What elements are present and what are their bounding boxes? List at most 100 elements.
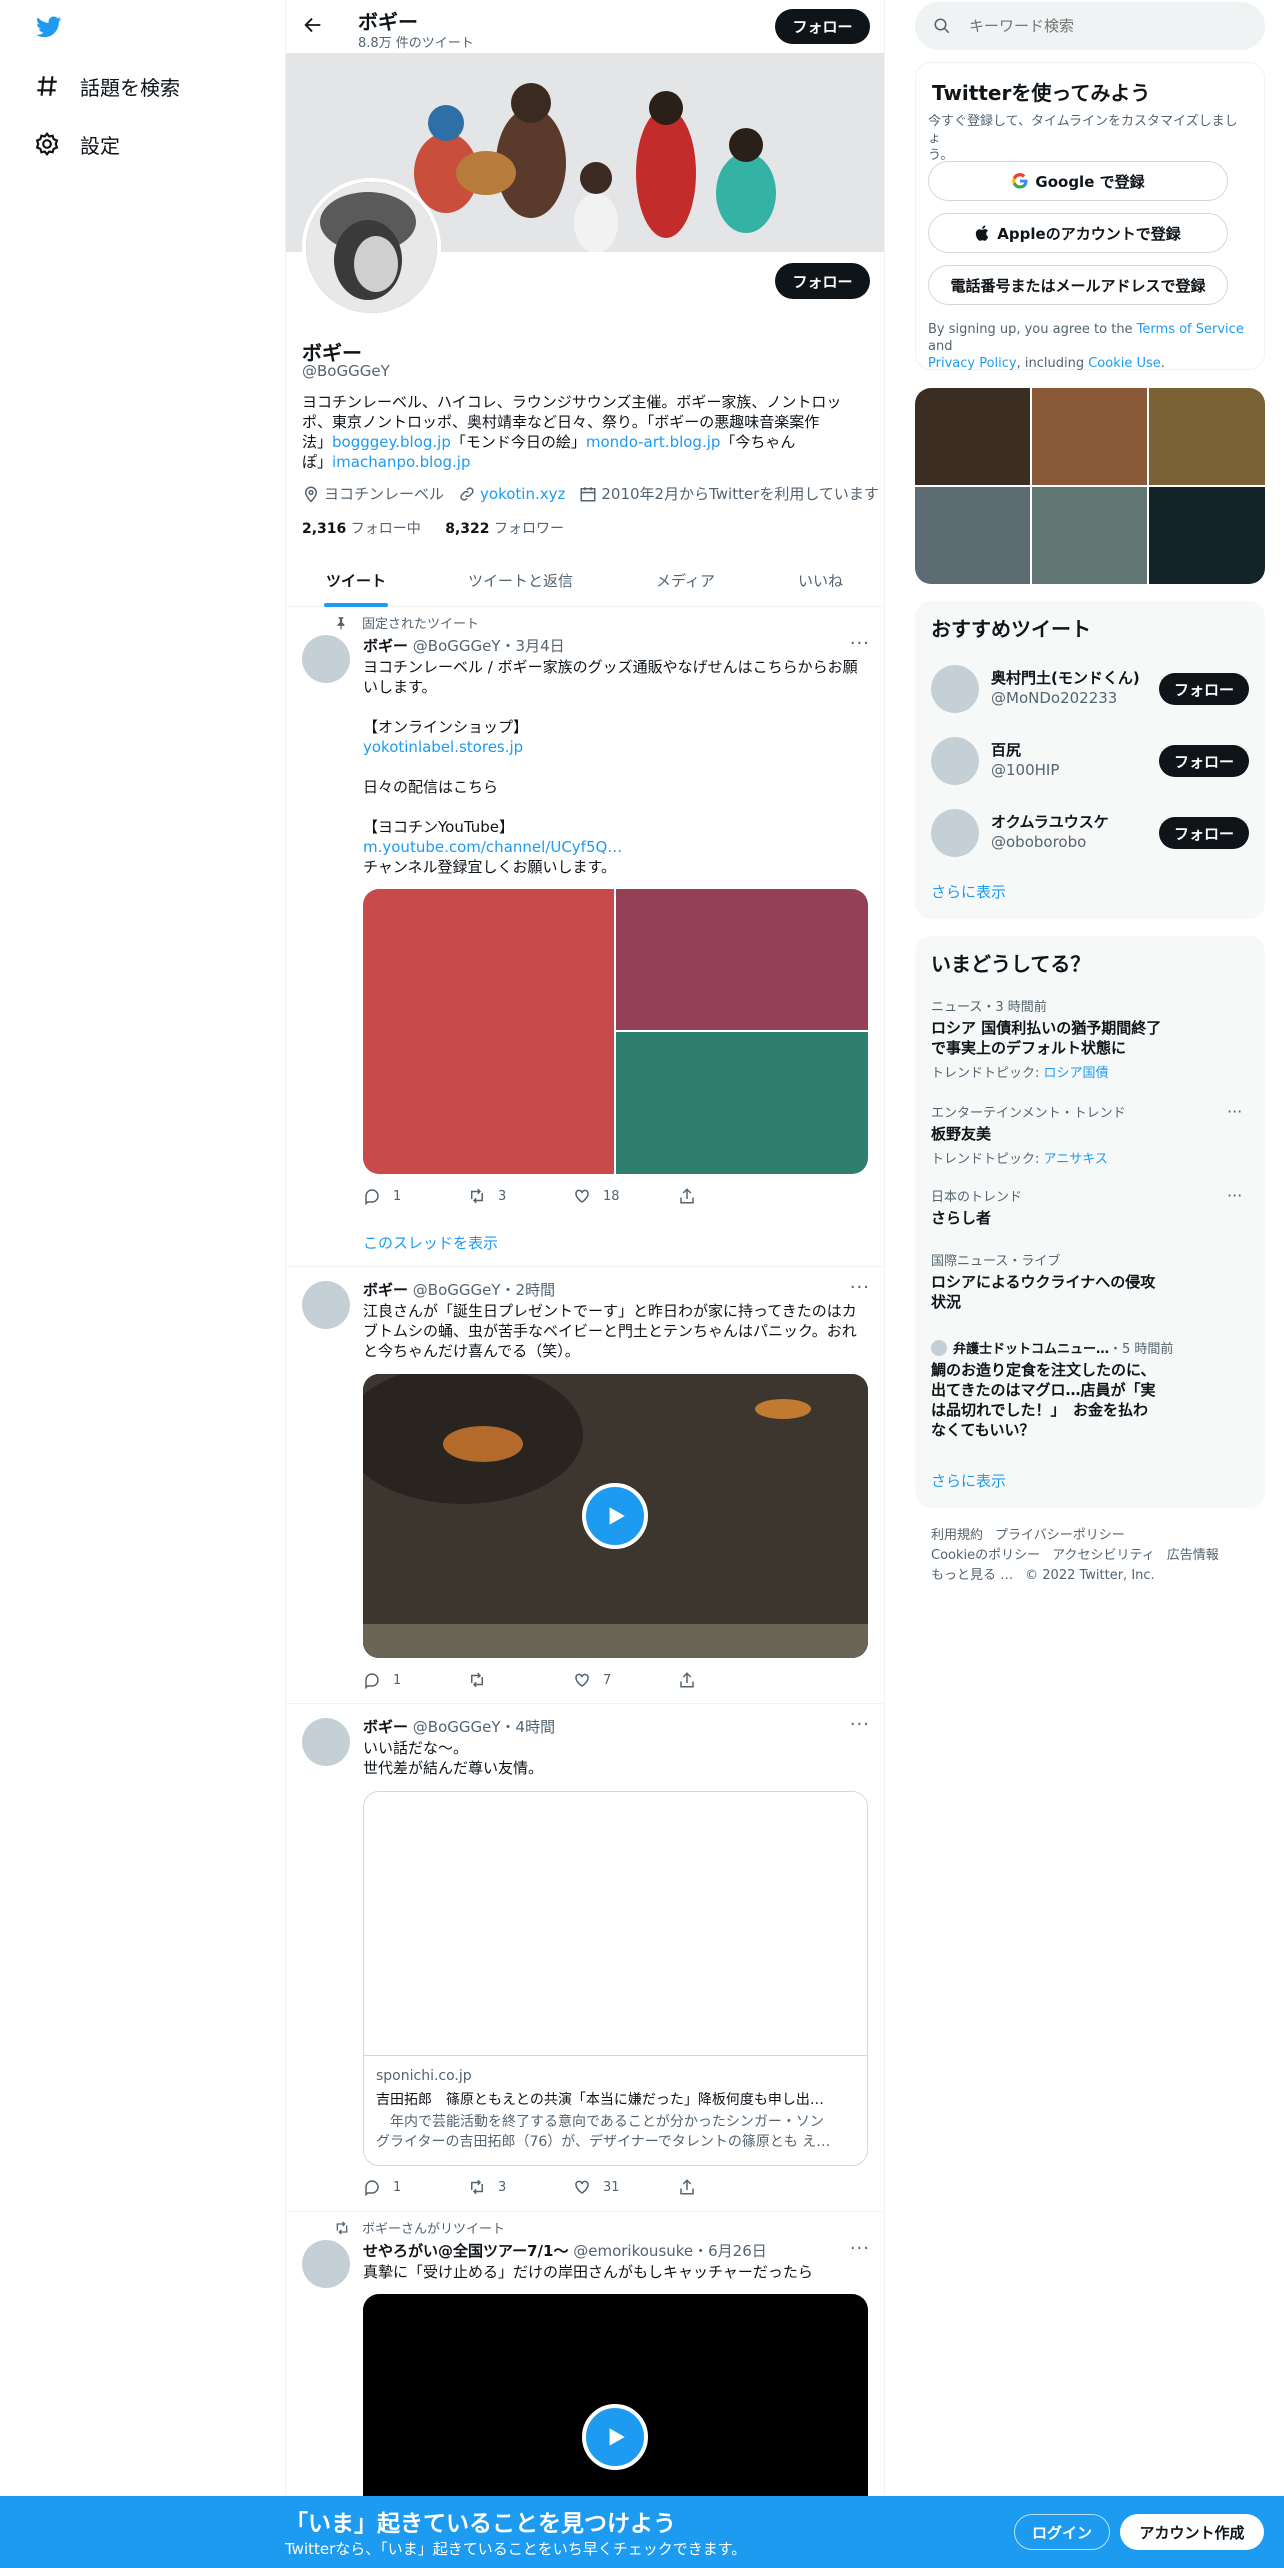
like-button[interactable]: 31 — [573, 2178, 678, 2196]
more-options-icon[interactable]: ··· — [1227, 1102, 1242, 1121]
trend-topic-link[interactable]: ロシア国債 — [1044, 1066, 1109, 1081]
like-button[interactable]: 7 — [573, 1671, 678, 1689]
share-button[interactable] — [678, 1671, 783, 1689]
follow-button[interactable]: フォロー — [1159, 817, 1249, 849]
show-more-link[interactable]: さらに表示 — [931, 1470, 1006, 1491]
media-thumbnail[interactable] — [1149, 487, 1265, 584]
media-thumbnail[interactable] — [915, 388, 1030, 485]
more-options-icon[interactable]: ··· — [1227, 1186, 1242, 1205]
retweet-button[interactable] — [468, 1671, 573, 1689]
footer-link[interactable]: プライバシーポリシー — [995, 1528, 1125, 1543]
followers-link[interactable]: 8,322 フォロワー — [445, 521, 564, 537]
media-image[interactable] — [616, 889, 868, 1030]
retweet-button[interactable]: 3 — [468, 2178, 573, 2196]
like-button[interactable]: 18 — [573, 1187, 678, 1205]
bio-link-imachanpo[interactable]: imachanpo.blog.jp — [332, 453, 470, 471]
media-image[interactable] — [363, 889, 614, 1174]
suggested-user[interactable]: 百尻 @100HIP フォロー — [931, 729, 1249, 789]
twitter-logo-icon[interactable] — [34, 14, 64, 44]
trend-item[interactable]: 日本のトレンド さらし者 — [931, 1186, 1251, 1228]
tab-media[interactable]: メディア — [656, 570, 715, 591]
signup-title: Twitterを使ってみよう — [932, 81, 1151, 105]
avatar[interactable] — [931, 665, 979, 713]
play-icon[interactable] — [582, 1483, 648, 1549]
bio-link-blog[interactable]: bogggey.blog.jp — [332, 433, 451, 451]
following-link[interactable]: 2,316 フォロー中 — [302, 521, 421, 537]
google-signup-button[interactable]: Google で登録 — [928, 161, 1228, 201]
nav-settings[interactable]: 設定 — [34, 124, 120, 164]
follow-button[interactable]: フォロー — [1159, 745, 1249, 777]
tweet-media-grid[interactable] — [363, 889, 868, 1174]
avatar[interactable] — [931, 737, 979, 785]
bottom-bar-title: 「いま」起きていることを見つけよう — [285, 2511, 676, 2537]
bio-line: ぽ」imachanpo.blog.jp — [302, 453, 471, 471]
tweet-link-shop[interactable]: yokotinlabel.stores.jp — [363, 738, 523, 756]
share-button[interactable] — [678, 1187, 783, 1205]
tweet-video[interactable] — [363, 1374, 868, 1658]
profile-website-link[interactable]: yokotin.xyz — [480, 485, 565, 503]
tweet-avatar[interactable] — [302, 635, 350, 683]
footer-link[interactable]: 利用規約 — [931, 1528, 983, 1543]
trend-item[interactable]: 国際ニュース・ライブ ロシアによるウクライナへの侵攻 状況 — [931, 1250, 1251, 1312]
more-options-icon[interactable]: ··· — [850, 633, 870, 654]
tweet[interactable]: ボギー @BoGGGeY・2時間 ··· 江良さんが「誕生日プレゼントでーす」と… — [286, 1267, 884, 1704]
media-thumbnail[interactable] — [1149, 388, 1265, 485]
reply-button[interactable]: 1 — [363, 1671, 468, 1689]
cookie-link[interactable]: Cookie Use — [1088, 356, 1161, 371]
profile-follow-button[interactable]: フォロー — [775, 263, 870, 299]
play-icon[interactable] — [582, 2404, 648, 2470]
link-card-description: 年内で芸能活動を終了する意向であることが分かったシンガー・ソン グライターの吉田… — [376, 2114, 831, 2150]
trend-topic-link[interactable]: アニサキス — [1044, 1152, 1108, 1167]
tab-tweets[interactable]: ツイート — [326, 570, 386, 591]
footer-link[interactable]: アクセシビリティ — [1052, 1548, 1155, 1563]
search-input[interactable] — [969, 17, 1249, 35]
tweet-avatar[interactable] — [302, 2240, 350, 2288]
suggested-user[interactable]: オクムラユウスケ @oboborobo フォロー — [931, 801, 1249, 861]
suggested-user[interactable]: 奥村門土(モンドくん) @MoNDo202233 フォロー — [931, 657, 1249, 717]
retweet-button[interactable]: 3 — [468, 1187, 573, 1205]
link-card[interactable]: sponichi.co.jp 吉田拓郎 篠原ともえとの共演「本当に嫌だった」降板… — [363, 1791, 868, 2166]
search-box[interactable] — [915, 2, 1265, 50]
tweet-pinned[interactable]: 固定されたツイート ボギー @BoGGGeY・3月4日 ··· ヨコチンレーベル… — [286, 607, 884, 1267]
trend-item[interactable]: ニュース・3 時間前 ロシア 国債利払いの猶予期間終了 で事実上のデフォルト状態… — [931, 996, 1251, 1081]
back-arrow-icon[interactable] — [302, 14, 324, 40]
more-options-icon[interactable]: ··· — [850, 2238, 870, 2259]
follow-button[interactable]: フォロー — [1159, 673, 1249, 705]
reply-button[interactable]: 1 — [363, 1187, 468, 1205]
header-follow-button[interactable]: フォロー — [775, 9, 870, 44]
footer-link[interactable]: Cookieのポリシー — [931, 1548, 1040, 1563]
tab-likes[interactable]: いいね — [798, 570, 843, 591]
more-options-icon[interactable]: ··· — [850, 1714, 870, 1735]
link-card-image — [364, 1792, 867, 2056]
bio-link-mondo[interactable]: mondo-art.blog.jp — [586, 433, 721, 451]
media-thumbnail[interactable] — [1032, 487, 1147, 584]
avatar[interactable] — [931, 809, 979, 857]
trend-item[interactable]: 弁護士ドットコムニュー… ・5 時間前 鯛のお造り定食を注文したのに、 出てきたの… — [931, 1338, 1251, 1440]
reply-button[interactable]: 1 — [363, 2178, 468, 2196]
phone-email-signup-button[interactable]: 電話番号またはメールアドレスで登録 — [928, 265, 1228, 305]
terms-link[interactable]: Terms of Service — [1137, 322, 1244, 337]
tab-tweets-and-replies[interactable]: ツイートと返信 — [468, 570, 573, 591]
trend-item[interactable]: エンターテインメント・トレンド 板野友美 トレンドトピック: アニサキス — [931, 1102, 1251, 1167]
show-thread-link[interactable]: このスレッドを表示 — [363, 1232, 498, 1253]
login-button[interactable]: ログイン — [1014, 2514, 1110, 2550]
privacy-link[interactable]: Privacy Policy — [928, 356, 1017, 371]
tweet-avatar[interactable] — [302, 1281, 350, 1329]
media-thumbnail[interactable] — [1032, 388, 1147, 485]
tweet-link-youtube[interactable]: m.youtube.com/channel/UCyf5Q… — [363, 838, 622, 856]
media-image[interactable] — [616, 1032, 868, 1174]
apple-signup-button[interactable]: Appleのアカウントで登録 — [928, 213, 1228, 253]
tweet[interactable]: ボギー @BoGGGeY・4時間 ··· いい話だな〜。 世代差が結んだ尊い友情… — [286, 1704, 884, 2212]
nav-explore[interactable]: 話題を検索 — [34, 66, 180, 106]
footer-more-link[interactable]: もっと見る … — [931, 1568, 1013, 1583]
more-options-icon[interactable]: ··· — [850, 1277, 870, 1298]
show-more-link[interactable]: さらに表示 — [931, 881, 1006, 902]
tweet-avatar[interactable] — [302, 1718, 350, 1766]
tweet-header: ボギー @BoGGGeY・2時間 — [363, 1281, 556, 1299]
nav-settings-label: 設定 — [80, 133, 120, 158]
footer-link[interactable]: 広告情報 — [1167, 1548, 1219, 1563]
create-account-button[interactable]: アカウント作成 — [1120, 2514, 1264, 2550]
profile-avatar[interactable] — [302, 178, 441, 317]
media-thumbnail[interactable] — [915, 487, 1030, 584]
share-button[interactable] — [678, 2178, 783, 2196]
